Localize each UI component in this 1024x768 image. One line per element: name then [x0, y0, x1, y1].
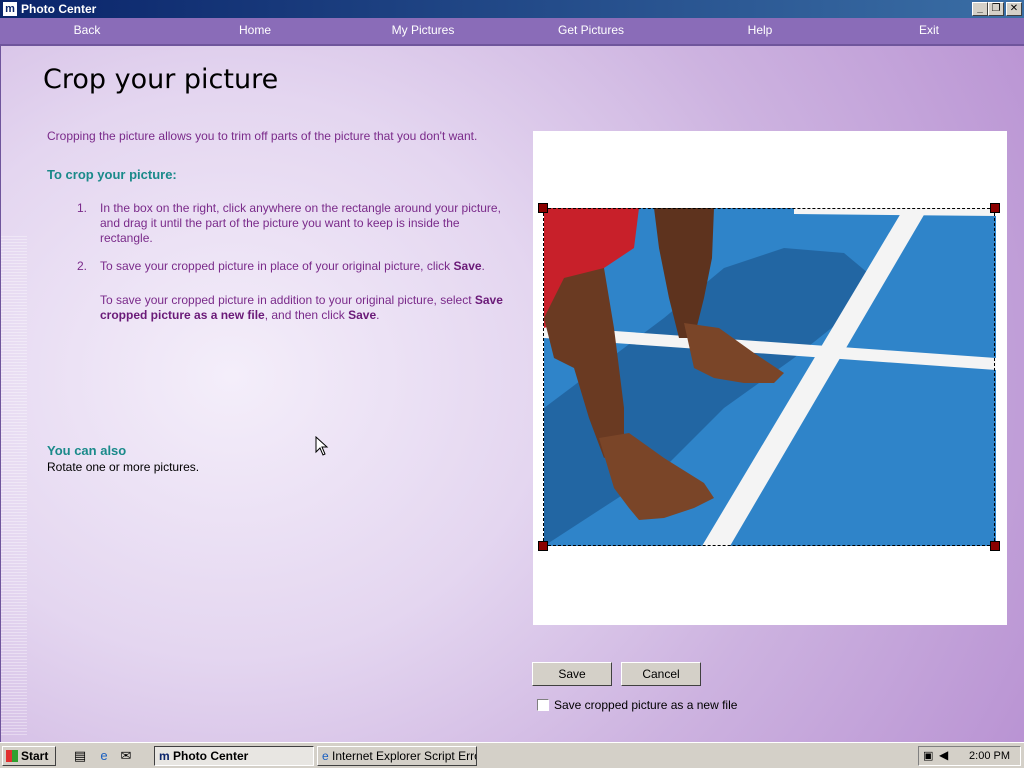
save-keyword: Save	[348, 308, 377, 322]
step-number: 2.	[77, 259, 88, 273]
clock[interactable]: 2:00 PM	[969, 750, 1010, 762]
task-photo-center[interactable]: m Photo Center	[154, 746, 314, 766]
mouse-pointer-icon	[315, 436, 329, 456]
step-text: To save your cropped picture in place of…	[100, 259, 485, 273]
restore-button[interactable]: ❐	[988, 2, 1004, 16]
nav-exit[interactable]: Exit	[879, 23, 979, 37]
internet-explorer-icon[interactable]: e	[96, 748, 112, 764]
taskbar: Start ▤ e ✉ m Photo Center e Internet Ex…	[0, 742, 1024, 768]
instructions-heading: To crop your picture:	[47, 167, 177, 182]
nav-my-pictures[interactable]: My Pictures	[373, 23, 473, 37]
crop-handle-top-right[interactable]	[990, 203, 1000, 213]
save-as-new-checkbox[interactable]	[537, 699, 549, 711]
outlook-express-icon[interactable]: ✉	[118, 748, 134, 764]
nav-help[interactable]: Help	[710, 23, 810, 37]
also-heading: You can also	[47, 443, 127, 458]
nav-back[interactable]: Back	[37, 23, 137, 37]
decorative-stripes	[1, 236, 27, 736]
task-ie-script-error[interactable]: e Internet Explorer Script Error	[317, 746, 477, 766]
main-content: Crop your picture Cropping the picture a…	[0, 46, 1024, 742]
crop-canvas[interactable]	[533, 131, 1007, 625]
crop-handle-top-left[interactable]	[538, 203, 548, 213]
windows-flag-icon	[6, 750, 18, 762]
step-text: In the box on the right, click anywhere …	[100, 201, 501, 245]
title-bar: m Photo Center _ ❐ ✕	[0, 0, 1024, 18]
save-as-new-label: Save cropped picture as a new file	[554, 698, 738, 712]
network-icon[interactable]: ▣	[923, 749, 933, 762]
save-keyword: Save	[453, 259, 482, 273]
step-extra-text: To save your cropped picture in addition…	[100, 293, 503, 322]
start-button[interactable]: Start	[2, 746, 56, 766]
intro-text: Cropping the picture allows you to trim …	[47, 129, 478, 143]
app-icon: m	[3, 2, 17, 16]
show-desktop-icon[interactable]: ▤	[72, 748, 88, 764]
crop-handle-bottom-left[interactable]	[538, 541, 548, 551]
window-title: Photo Center	[21, 2, 97, 16]
close-button[interactable]: ✕	[1006, 2, 1022, 16]
nav-get-pictures[interactable]: Get Pictures	[541, 23, 641, 37]
nav-home[interactable]: Home	[205, 23, 305, 37]
nav-bar: Back Home My Pictures Get Pictures Help …	[0, 18, 1024, 46]
save-as-new-option[interactable]: Save cropped picture as a new file	[537, 698, 737, 712]
crop-rectangle[interactable]	[543, 208, 995, 546]
volume-icon[interactable]: ◀	[939, 748, 948, 762]
step-2: 2. To save your cropped picture in place…	[77, 259, 507, 323]
steps-list: 1. In the box on the right, click anywhe…	[77, 201, 507, 336]
cancel-button[interactable]: Cancel	[621, 662, 701, 686]
rotate-link[interactable]: Rotate one or more pictures.	[47, 460, 199, 474]
page-title: Crop your picture	[43, 64, 279, 95]
step-number: 1.	[77, 201, 88, 215]
crop-handle-bottom-right[interactable]	[990, 541, 1000, 551]
system-tray: ▣ ◀ 2:00 PM	[918, 746, 1021, 766]
save-button[interactable]: Save	[532, 662, 612, 686]
minimize-button[interactable]: _	[972, 2, 988, 16]
step-1: 1. In the box on the right, click anywhe…	[77, 201, 507, 246]
